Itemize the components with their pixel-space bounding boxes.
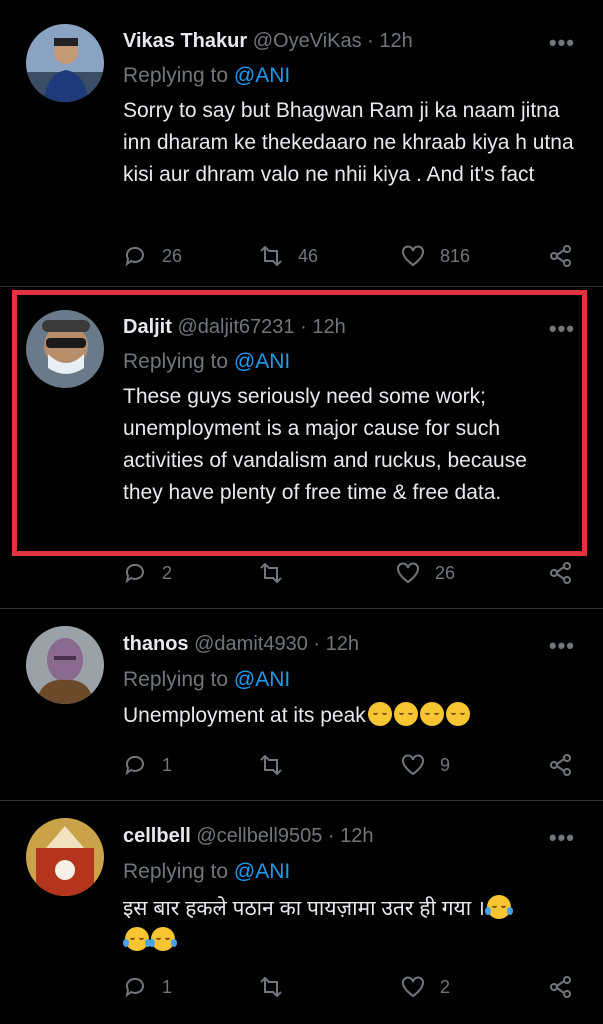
reply-count: 26 xyxy=(162,245,183,266)
tweet-text: Unemployment at its peak xyxy=(123,704,366,727)
reply-icon xyxy=(125,755,144,776)
retweet-icon xyxy=(260,754,282,776)
tweet-text: इस बार हकले पठान का पायज़ामा उतर ही गया … xyxy=(123,897,485,920)
display-name[interactable]: cellbell xyxy=(123,825,191,847)
more-icon[interactable]: ••• xyxy=(549,633,575,659)
divider xyxy=(0,286,603,287)
retweet-icon xyxy=(260,562,282,584)
share-icon xyxy=(550,976,571,998)
reply-icon xyxy=(125,246,144,267)
retweet-button[interactable] xyxy=(258,752,284,778)
reply-button[interactable]: 2 xyxy=(122,560,172,586)
share-icon xyxy=(550,245,571,267)
share-button[interactable] xyxy=(548,243,574,269)
display-name[interactable]: thanos xyxy=(123,633,189,655)
replying-label: Replying to xyxy=(123,668,229,691)
replying-to: Replying to @ANI xyxy=(123,668,290,692)
reply-icon xyxy=(125,563,144,584)
relieved-face-emoji xyxy=(419,702,444,726)
timestamp[interactable]: 12h xyxy=(379,30,412,52)
display-name[interactable]: Vikas Thakur xyxy=(123,30,247,52)
tweet-actions: 2 26 xyxy=(0,560,603,590)
like-count: 9 xyxy=(440,754,451,775)
relieved-face-emoji xyxy=(393,702,418,726)
replying-to: Replying to @ANI xyxy=(123,860,290,884)
reply-count: 1 xyxy=(162,754,173,775)
retweet-button[interactable]: 46 xyxy=(258,243,318,269)
highlight-box xyxy=(12,290,587,556)
user-handle[interactable]: @cellbell9505 xyxy=(196,825,322,847)
share-button[interactable] xyxy=(548,560,574,586)
user-handle[interactable]: @damit4930 xyxy=(194,633,308,655)
share-button[interactable] xyxy=(548,974,574,1000)
timestamp[interactable]: 12h xyxy=(340,825,373,847)
tweet-header: thanos @damit4930 · 12h xyxy=(123,633,359,656)
retweet-icon xyxy=(260,245,282,267)
like-count: 2 xyxy=(440,976,451,997)
relieved-face-emoji xyxy=(445,702,470,726)
like-button[interactable]: 816 xyxy=(400,243,470,269)
reply-button[interactable]: 1 xyxy=(122,974,172,1000)
more-icon[interactable]: ••• xyxy=(549,30,575,56)
tears-of-joy-emoji xyxy=(149,927,177,951)
avatar-cellbell[interactable] xyxy=(26,818,104,896)
reply-button[interactable]: 26 xyxy=(122,243,182,269)
like-button[interactable]: 26 xyxy=(395,560,455,586)
avatar-vikas[interactable] xyxy=(26,24,104,102)
tweet-body: इस बार हकले पठान का पायज़ामा उतर ही गया … xyxy=(123,893,583,957)
share-button[interactable] xyxy=(548,752,574,778)
replying-label: Replying to xyxy=(123,64,229,87)
like-icon xyxy=(402,976,424,998)
divider xyxy=(0,608,603,609)
reply-target-link[interactable]: @ANI xyxy=(234,668,290,691)
like-count: 816 xyxy=(440,245,471,266)
share-icon xyxy=(550,562,571,584)
avatar-thanos[interactable] xyxy=(26,626,104,704)
tweet-actions: 1 9 xyxy=(0,752,603,782)
retweet-icon xyxy=(260,976,282,998)
like-icon xyxy=(402,754,424,776)
replying-to: Replying to @ANI xyxy=(123,64,290,88)
retweet-button[interactable] xyxy=(258,560,284,586)
reply-icon xyxy=(125,977,144,998)
replying-label: Replying to xyxy=(123,860,229,883)
tears-of-joy-emoji xyxy=(484,895,513,919)
reply-button[interactable]: 1 xyxy=(122,752,172,778)
like-icon xyxy=(402,245,424,267)
divider xyxy=(0,800,603,801)
more-icon[interactable]: ••• xyxy=(549,825,575,851)
tweet-body: Unemployment at its peak xyxy=(123,700,583,732)
like-icon xyxy=(397,562,419,584)
reply-count: 2 xyxy=(162,562,173,583)
user-handle[interactable]: @OyeViKas xyxy=(253,30,362,52)
reply-target-link[interactable]: @ANI xyxy=(234,64,290,87)
share-icon xyxy=(550,754,571,776)
like-count: 26 xyxy=(435,562,456,583)
reply-target-link[interactable]: @ANI xyxy=(234,860,290,883)
timestamp[interactable]: 12h xyxy=(326,633,359,655)
like-button[interactable]: 9 xyxy=(400,752,450,778)
tweet-header: Vikas Thakur @OyeViKas · 12h xyxy=(123,30,413,53)
reply-count: 1 xyxy=(162,976,173,997)
like-button[interactable]: 2 xyxy=(400,974,450,1000)
tears-of-joy-emoji xyxy=(123,927,151,951)
tweet-actions: 26 46 816 xyxy=(0,243,603,273)
relieved-face-emoji xyxy=(367,702,392,726)
retweet-count: 46 xyxy=(298,245,319,266)
separator: · xyxy=(327,825,335,847)
tweet-header: cellbell @cellbell9505 · 12h xyxy=(123,825,373,848)
tweet-text: Sorry to say but Bhagwan Ram ji ka naam … xyxy=(123,99,574,186)
separator: · xyxy=(313,633,321,655)
tweet-actions: 1 2 xyxy=(0,974,603,1004)
separator: · xyxy=(367,30,374,52)
retweet-button[interactable] xyxy=(258,974,284,1000)
